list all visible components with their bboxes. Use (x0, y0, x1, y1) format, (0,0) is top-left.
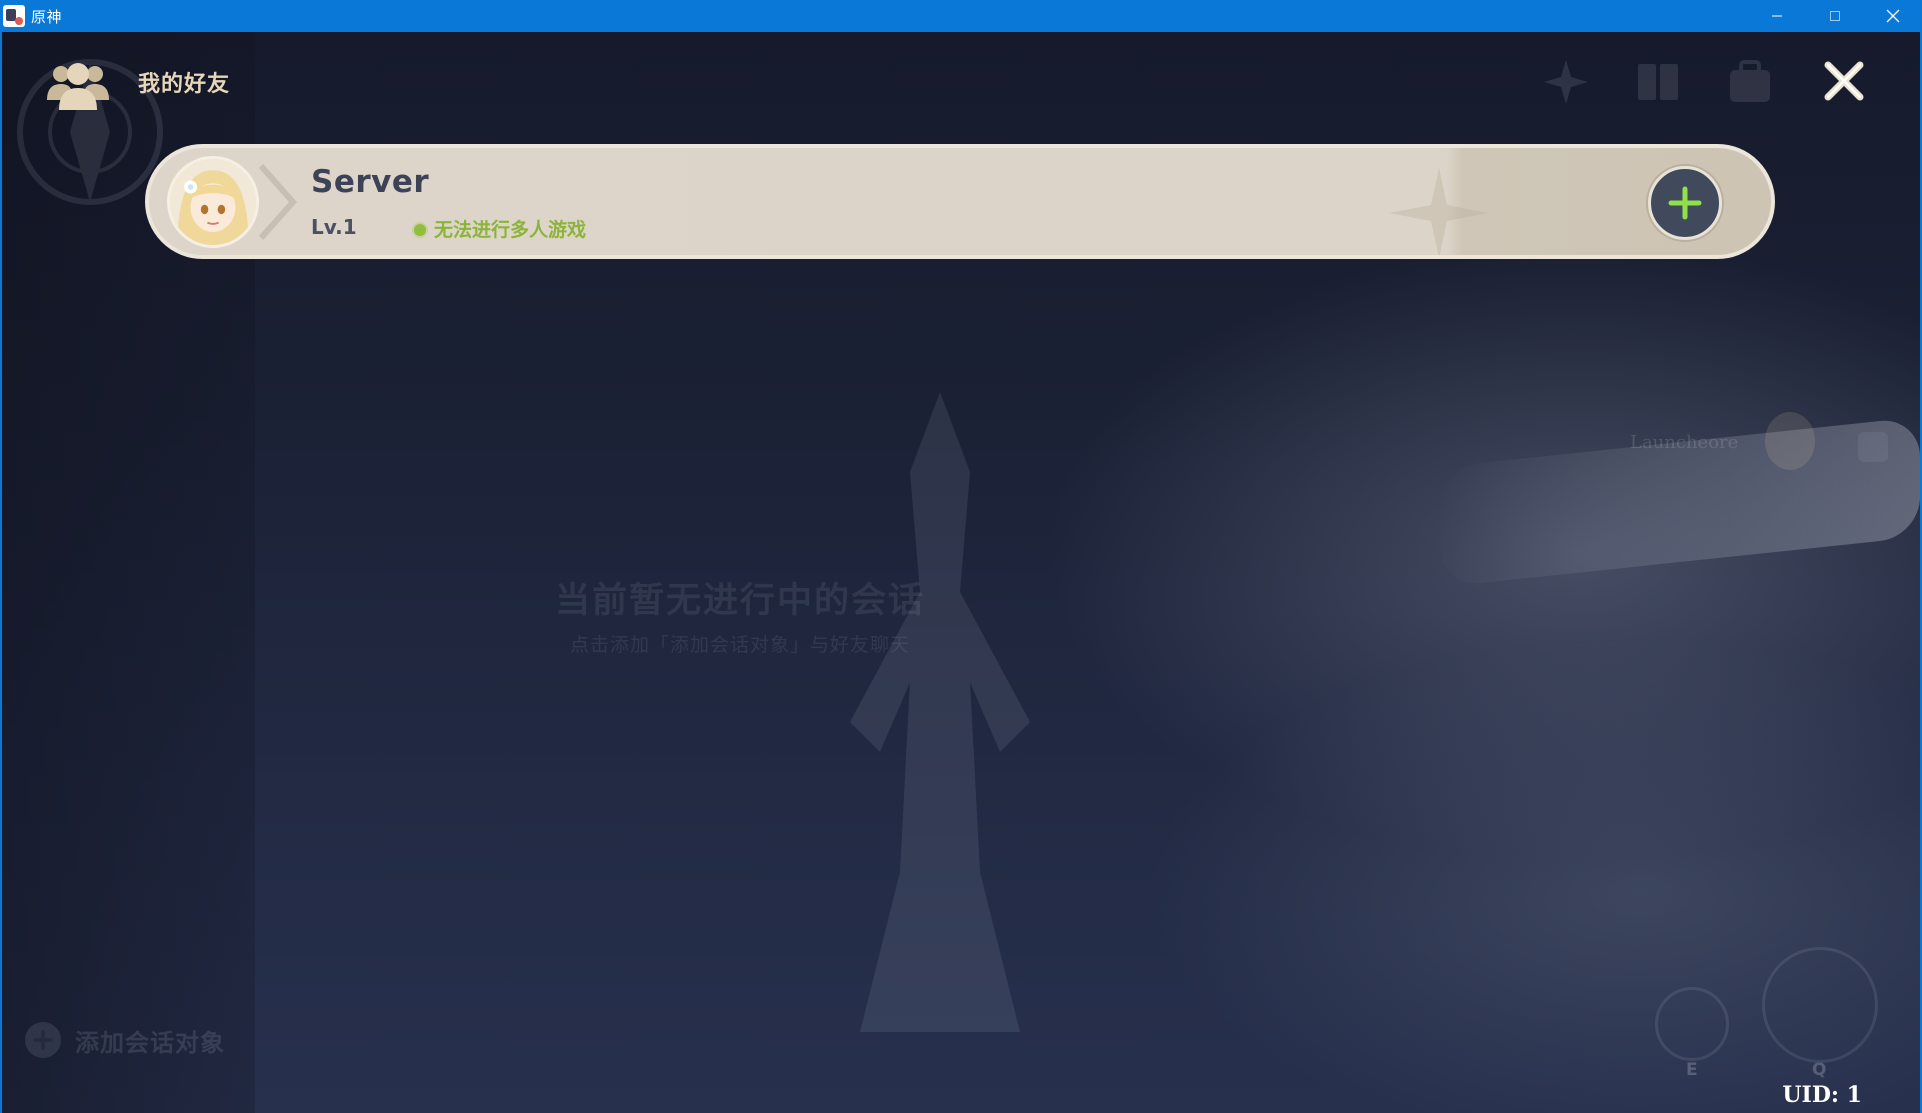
character-silhouette (850, 392, 1030, 1032)
friends-icon (47, 63, 109, 110)
skill-q-key: Q (1812, 1060, 1827, 1080)
window-border-left (0, 32, 2, 1113)
minimize-icon (1772, 15, 1782, 17)
close-icon (1824, 61, 1864, 101)
close-panel-button[interactable] (1822, 59, 1866, 103)
skill-e-key: E (1686, 1060, 1698, 1080)
bag-icon (1724, 56, 1776, 108)
window-close-button[interactable] (1864, 0, 1922, 32)
elemental-burst-icon (1762, 947, 1878, 1063)
empty-state-subtitle: 点击添加「添加会话对象」与好友聊天 (569, 634, 910, 656)
hud-party-slot (1858, 432, 1888, 462)
star-icon (1540, 56, 1592, 108)
friend-name: Server (311, 164, 430, 200)
app-icon (3, 5, 25, 27)
add-chat-label: 添加会话对象 (75, 1028, 225, 1057)
add-circle-icon (25, 1022, 61, 1058)
avatar[interactable] (167, 156, 259, 248)
page-title: 我的好友 (138, 72, 231, 97)
star-decoration-icon (1389, 168, 1489, 255)
close-icon (1886, 9, 1900, 23)
card-divider-icon (258, 164, 297, 240)
friend-card[interactable]: Server Lv.1 无法进行多人游戏 (145, 144, 1775, 259)
maximize-icon (1830, 11, 1840, 21)
uid-label: UID: 1 (1782, 1082, 1862, 1108)
book-icon (1632, 56, 1684, 108)
window-title: 原神 (31, 7, 63, 26)
window-titlebar[interactable]: 原神 (0, 0, 1922, 32)
window-controls (1748, 0, 1922, 32)
hud-icons (1540, 56, 1776, 108)
minimize-button[interactable] (1748, 0, 1806, 32)
game-viewport: Launcheore E Q 我的好友 Server Lv.1 无法进行多人游戏… (0, 32, 1922, 1113)
avatar-image (170, 159, 256, 245)
friend-status: 无法进行多人游戏 (434, 219, 587, 241)
elemental-skill-icon (1655, 987, 1729, 1061)
add-chat-target-button[interactable]: 添加会话对象 (25, 1022, 225, 1058)
status-dot (414, 224, 426, 236)
add-chat-button[interactable] (1648, 166, 1722, 240)
hud-party-avatar (1765, 412, 1815, 470)
friend-level: Lv.1 (311, 215, 357, 239)
plus-icon (1668, 186, 1702, 220)
empty-state-title: 当前暂无进行中的会话 (554, 581, 925, 621)
maximize-button[interactable] (1806, 0, 1864, 32)
hud-player-name: Launcheore (1630, 432, 1739, 453)
